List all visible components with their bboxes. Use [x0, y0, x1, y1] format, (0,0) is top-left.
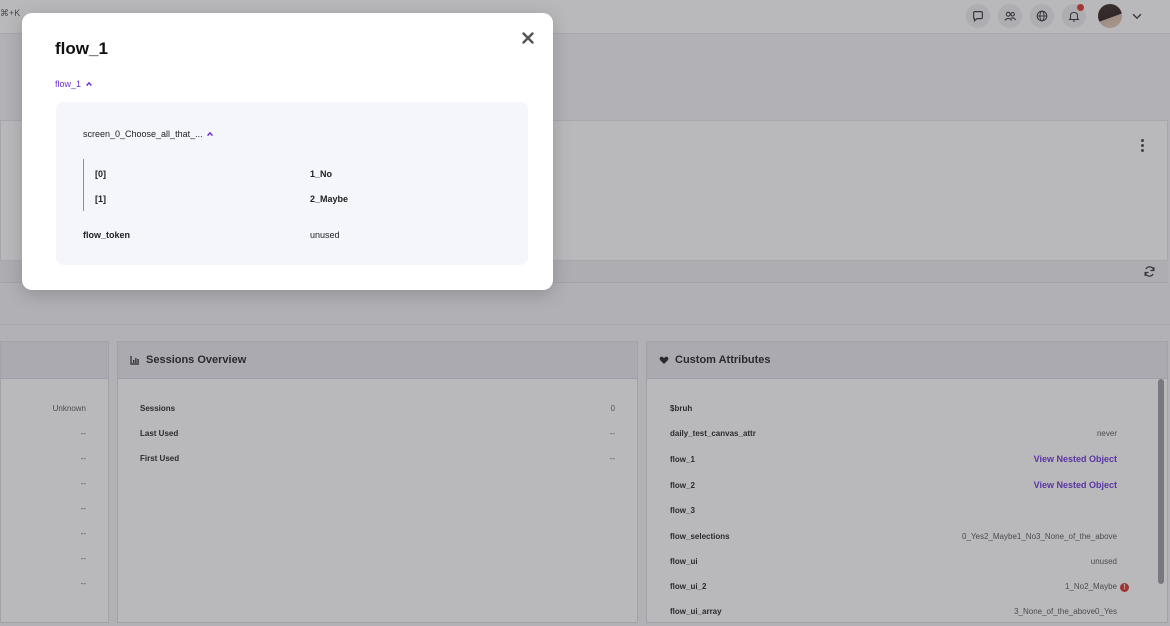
close-button[interactable]: [520, 30, 536, 46]
array-value: 2_Maybe: [310, 194, 349, 204]
array-index: [1]: [95, 194, 106, 204]
array-value: 1_No: [310, 169, 333, 179]
collapse-toggle-label: flow_1: [55, 79, 82, 89]
screen-toggle[interactable]: screen_0_Choose_all_that_...: [83, 129, 214, 139]
flow-token-key: flow_token: [83, 230, 131, 240]
modal-title: flow_1: [55, 39, 108, 58]
close-icon: [522, 32, 534, 44]
screen-key-label: screen_0_Choose_all_that_...: [83, 129, 203, 139]
chevron-up-icon: [206, 131, 213, 137]
collapse-toggle[interactable]: flow_1: [55, 79, 93, 89]
array-indent-line: [83, 159, 84, 211]
array-index: [0]: [95, 169, 106, 179]
flow-token-value: unused: [310, 230, 340, 240]
nested-object-panel: screen_0_Choose_all_that_... [0] 1_No [1…: [56, 102, 528, 265]
chevron-up-icon: [86, 81, 92, 87]
nested-object-modal: flow_1 flow_1 screen_0_Choose_all_that_.…: [22, 13, 553, 290]
